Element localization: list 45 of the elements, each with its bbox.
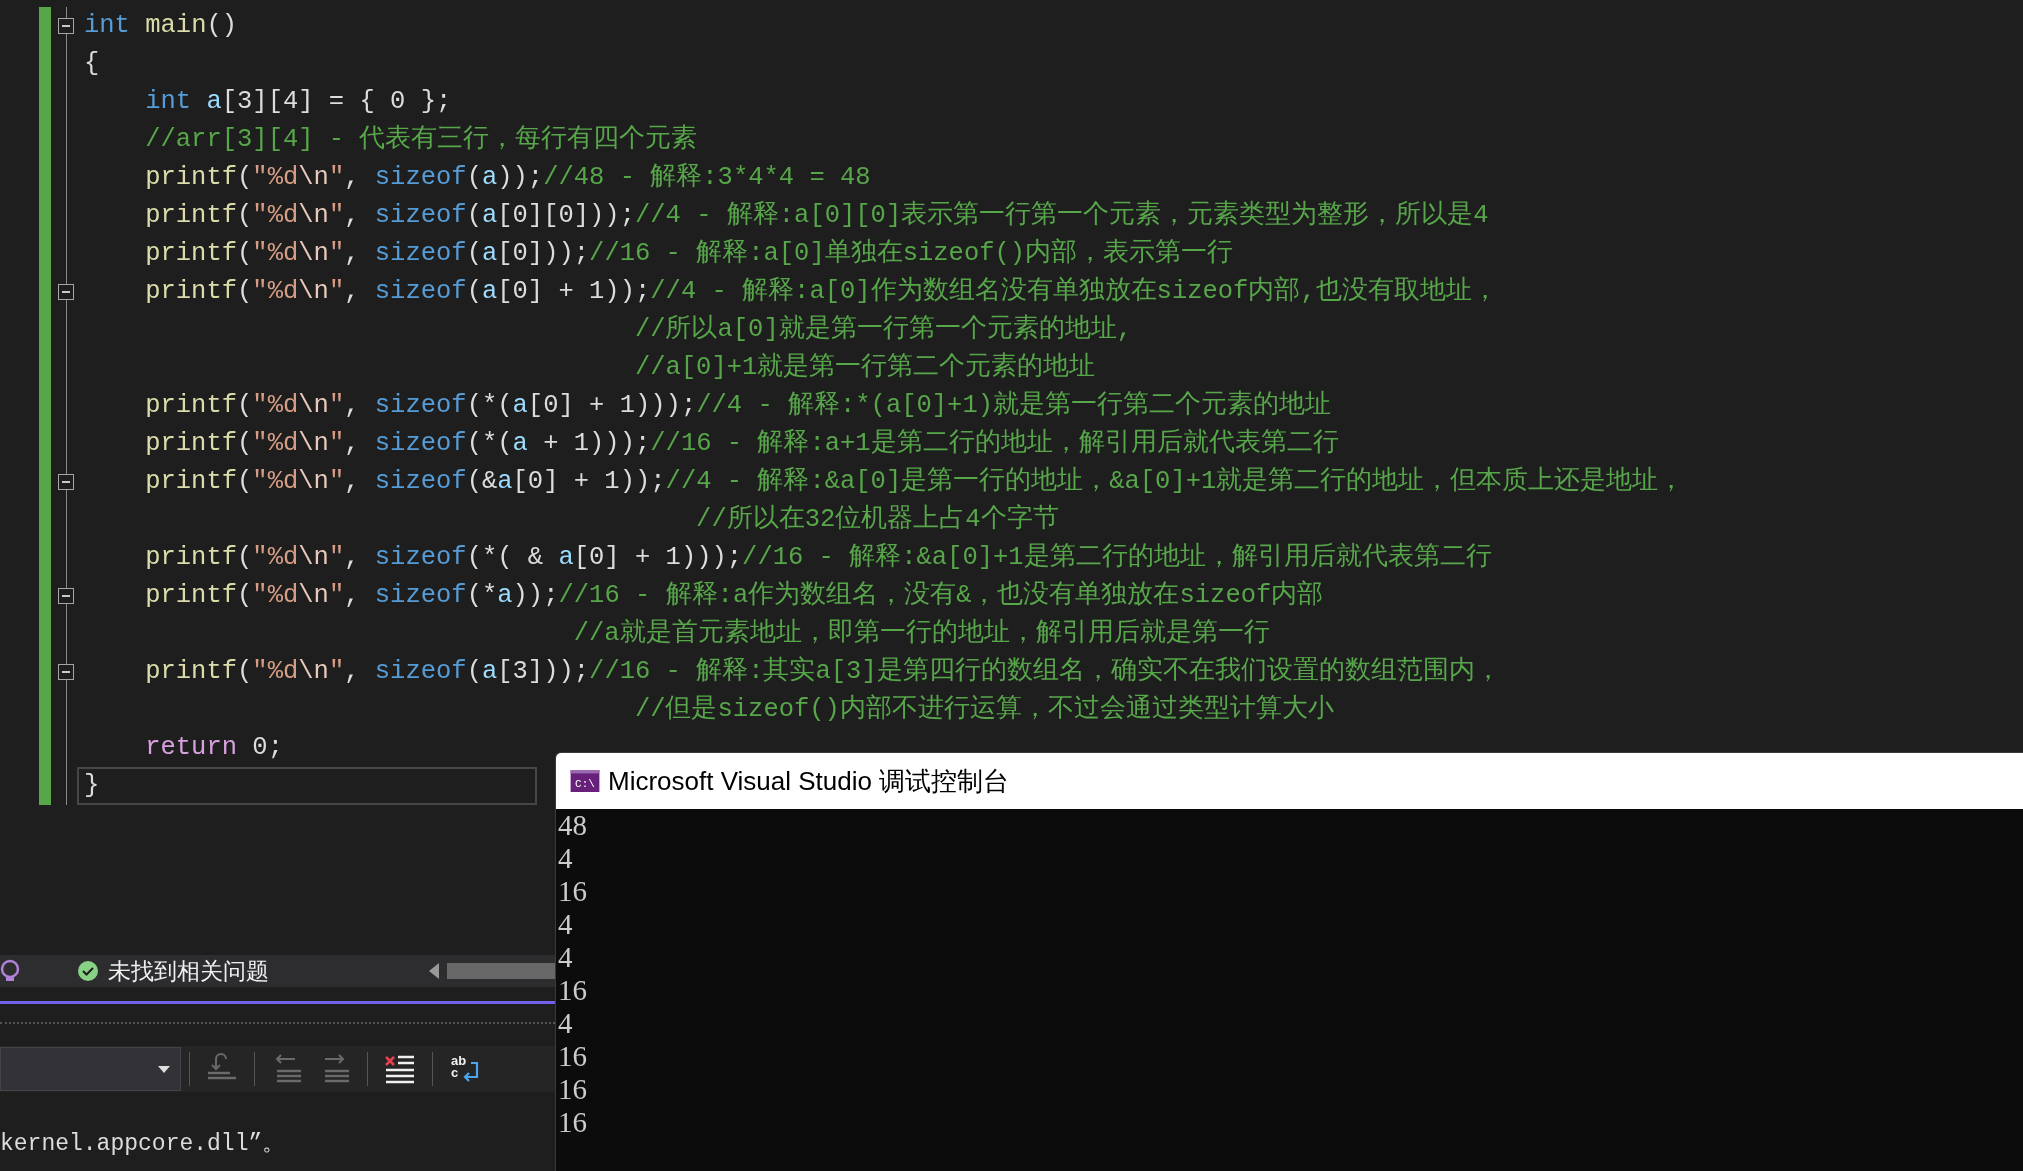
code-line: //arr[3][4] - 代表有三行，每行有四个元素 [144,123,698,156]
scroll-left-icon[interactable] [429,963,439,979]
code-line: printf("%d\n", sizeof(a[0] + 1));//4 - 解释:a[0]作为数组名没有单独放在sizeof内部,也没有取地址， [144,275,1498,308]
code-line: printf("%d\n", sizeof(a));//48 - 解释:3*4*4 = 48 [144,162,871,194]
code-line: //a[0]+1就是第一行第二个元素的地址 [633,351,1096,384]
code-line: printf("%d\n", sizeof(a[3]));//16 - 解释:其实a[3]是第四行的数组名，确实不在我们设置的数组范围内， [144,655,1501,688]
scrollbar-thumb[interactable] [447,963,557,979]
caret-icon [158,1065,170,1073]
console-output-line: 16 [558,1040,588,1073]
console-app-icon: C:\ [570,770,600,792]
code-line: printf("%d\n", sizeof(*(a[0] + 1)));//4 - 解释:*(a[0]+1)就是第一行第二个元素的地址 [144,389,1332,422]
code-line: //所以在32位机器上占4个字节 [695,503,1059,536]
code-line: int a[3][4] = { 0 }; [144,86,452,118]
collapse-button[interactable] [58,474,74,490]
console-output-line: 16 [558,974,588,1007]
collapse-button[interactable] [58,588,74,604]
lightbulb-icon[interactable] [0,959,22,983]
console-output-line: 16 [558,1106,588,1139]
code-line: printf("%d\n", sizeof(&a[0] + 1));//4 - 解释:&a[0]是第一行的地址，&a[0]+1就是第二行的地址，但本质上还是地址， [144,465,1685,498]
collapse-button[interactable] [58,18,74,34]
output-line: kernel.appcore.dll”。 [0,1130,287,1159]
code-line: printf("%d\n", sizeof(*(a + 1)));//16 - 解释:a+1是第二行的地址，解引用后就代表第二行 [144,427,1339,460]
code-line: int main() [84,10,238,42]
code-line: printf("%d\n", sizeof(a[0]));//16 - 解释:a[0]单独在sizeof()内部，表示第一行 [144,237,1234,270]
console-output-line: 16 [558,1073,588,1106]
code-line: { [84,48,100,80]
check-circle-icon [77,960,99,982]
console-output-line: 4 [558,842,574,875]
code-line: return 0; [144,732,283,764]
console-output-line: 16 [558,875,588,908]
collapse-button[interactable] [58,664,74,680]
status-message: 未找到相关问题 [108,956,269,986]
code-line: //所以a[0]就是第一行第一个元素的地址, [633,313,1132,346]
console-output-line: 4 [558,941,574,974]
code-line: //a就是首元素地址，即第一行的地址，解引用后就是第一行 [572,617,1270,650]
console-output-line: 4 [558,908,574,941]
code-line: printf("%d\n", sizeof(a[0][0]));//4 - 解释:a[0][0]表示第一行第一个元素，元素类型为整形，所以是4 [144,199,1489,232]
console-output-line: 4 [558,1007,574,1040]
console-output-line: 48 [558,809,588,842]
code-line: //但是sizeof()内部不进行运算，不过会通过类型计算大小 [633,693,1334,726]
console-title: Microsoft Visual Studio 调试控制台 [608,764,1010,798]
collapse-button[interactable] [58,284,74,300]
code-line: printf("%d\n", sizeof(*a));//16 - 解释:a作为数组名，没有&，也没有单独放在sizeof内部 [144,579,1324,612]
code-line: printf("%d\n", sizeof(*( & a[0] + 1)));//16 - 解释:&a[0]+1是第二行的地址，解引用后就代表第二行 [144,541,1492,574]
clear-all-icon [384,1053,416,1085]
